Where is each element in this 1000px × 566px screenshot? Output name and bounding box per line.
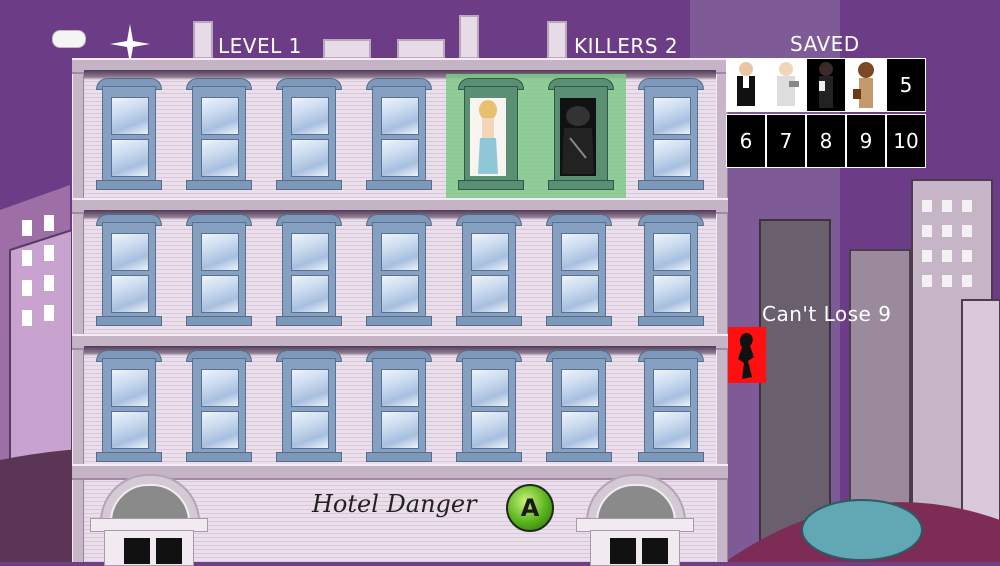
window[interactable] — [276, 350, 342, 462]
window-with-guest[interactable] — [458, 78, 524, 190]
saved-slot: 6 — [726, 114, 766, 168]
hotel-sign: Hotel Danger — [312, 490, 477, 518]
saved-portrait-3 — [806, 58, 846, 112]
saved-label: SAVED — [790, 32, 860, 56]
a-button-label: A — [520, 494, 540, 522]
window[interactable] — [638, 214, 704, 326]
a-button-icon[interactable]: A — [506, 484, 554, 532]
window[interactable] — [276, 214, 342, 326]
window[interactable] — [638, 78, 704, 190]
entrance-door-left — [90, 474, 208, 566]
window[interactable] — [186, 78, 252, 190]
saved-slot: 10 — [886, 114, 926, 168]
killer-character[interactable] — [560, 98, 596, 176]
window[interactable] — [186, 214, 252, 326]
window[interactable] — [96, 214, 162, 326]
guest-character[interactable] — [470, 98, 506, 176]
window[interactable] — [456, 214, 522, 326]
window[interactable] — [546, 214, 612, 326]
window[interactable] — [366, 350, 432, 462]
window[interactable] — [186, 350, 252, 462]
building-edge-left — [72, 58, 84, 562]
window[interactable] — [276, 78, 342, 190]
window[interactable] — [546, 350, 612, 462]
hotel-building — [72, 58, 728, 566]
saved-slot: 8 — [806, 114, 846, 168]
window[interactable] — [366, 78, 432, 190]
killers-label: KILLERS 2 — [574, 34, 679, 58]
saved-portrait-2 — [766, 58, 806, 112]
window[interactable] — [366, 214, 432, 326]
saved-slot: 9 — [846, 114, 886, 168]
window-with-killer[interactable] — [548, 78, 614, 190]
saved-slot: 7 — [766, 114, 806, 168]
entrance-door-right — [576, 474, 694, 566]
saved-portrait-1 — [726, 58, 766, 112]
cant-lose-portrait — [728, 327, 766, 383]
cant-lose-label: Can't Lose 9 — [762, 302, 892, 326]
back-icon[interactable] — [52, 30, 86, 48]
level-label: LEVEL 1 — [218, 34, 302, 58]
window[interactable] — [96, 350, 162, 462]
window[interactable] — [638, 350, 704, 462]
saved-portrait-4 — [846, 58, 886, 112]
window[interactable] — [456, 350, 522, 462]
saved-slot: 5 — [886, 58, 926, 112]
window[interactable] — [96, 78, 162, 190]
